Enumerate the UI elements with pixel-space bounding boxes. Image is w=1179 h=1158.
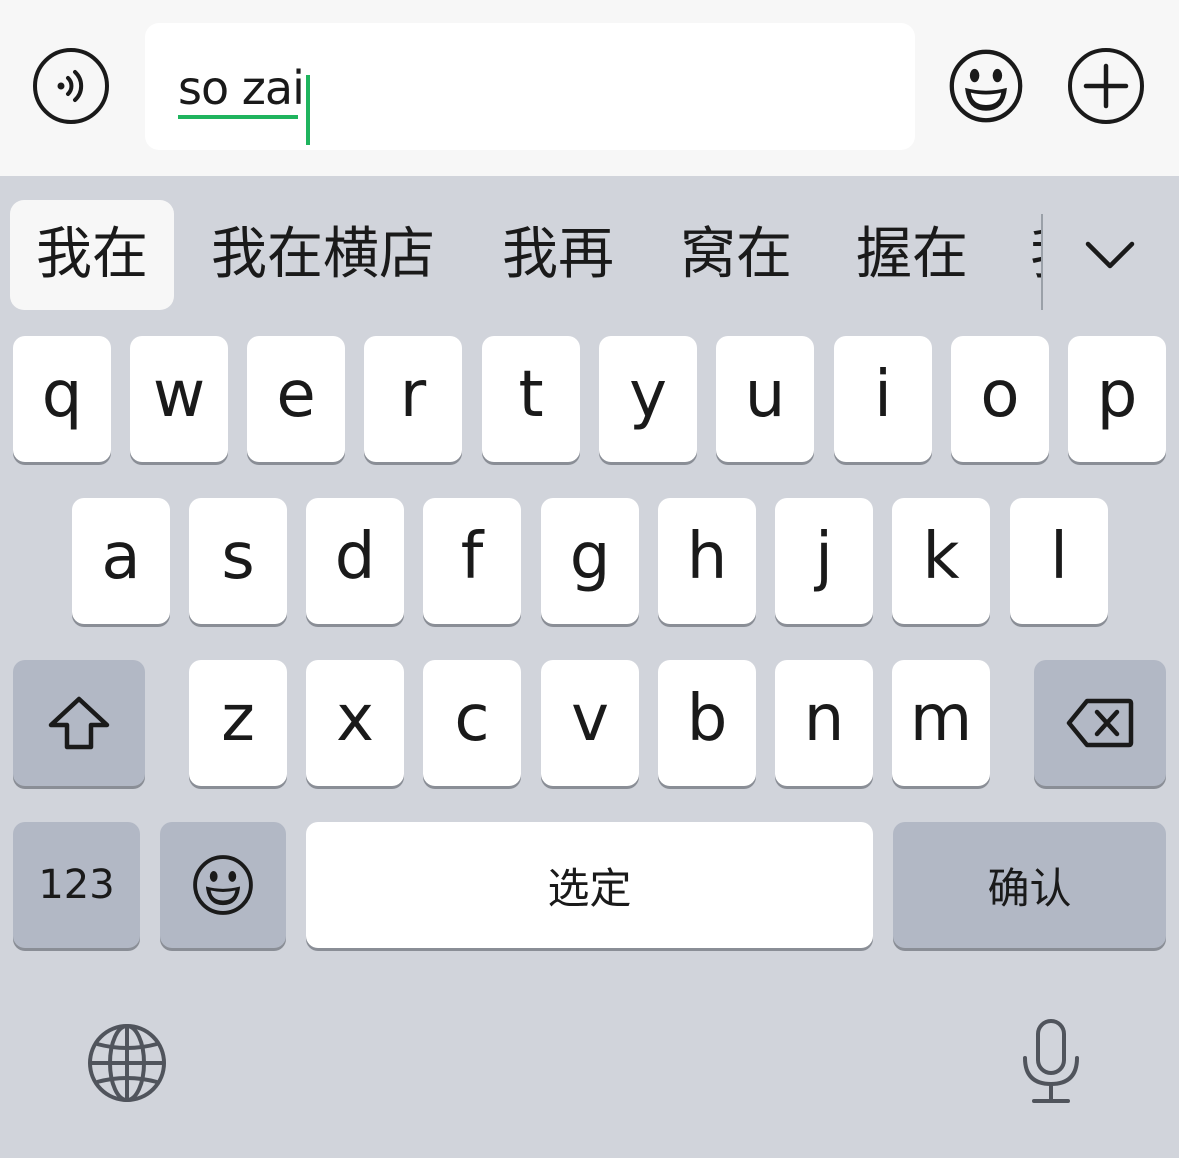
confirm-key-label: 确认 <box>987 863 1072 913</box>
key-b[interactable]: b <box>658 660 756 786</box>
numbers-key-label: 123 <box>38 862 115 908</box>
key-j[interactable]: j <box>775 498 873 624</box>
key-s[interactable]: s <box>189 498 287 624</box>
voice-input-button[interactable] <box>33 48 109 124</box>
key-p[interactable]: p <box>1068 336 1166 462</box>
key-q[interactable]: q <box>13 336 111 462</box>
smiley-icon <box>949 49 1023 123</box>
microphone-icon <box>1023 1019 1079 1103</box>
candidate-item[interactable]: 我在 <box>10 200 174 310</box>
key-o[interactable]: o <box>951 336 1049 462</box>
smiley-icon <box>193 855 253 915</box>
expand-candidates-button[interactable] <box>1082 236 1138 276</box>
space-key[interactable]: 选定 <box>306 822 873 948</box>
key-t[interactable]: t <box>482 336 580 462</box>
message-input[interactable]: so zai <box>145 23 915 150</box>
key-v[interactable]: v <box>541 660 639 786</box>
delete-key[interactable] <box>1034 660 1166 786</box>
key-a[interactable]: a <box>72 498 170 624</box>
globe-icon <box>88 1024 166 1102</box>
space-key-label: 选定 <box>547 863 632 913</box>
key-d[interactable]: d <box>306 498 404 624</box>
more-button[interactable] <box>1068 48 1144 124</box>
key-k[interactable]: k <box>892 498 990 624</box>
key-f[interactable]: f <box>423 498 521 624</box>
key-i[interactable]: i <box>834 336 932 462</box>
delete-icon <box>1066 698 1134 748</box>
key-r[interactable]: r <box>364 336 462 462</box>
plus-icon <box>1083 63 1129 109</box>
input-bar: so zai <box>0 0 1179 176</box>
key-z[interactable]: z <box>189 660 287 786</box>
chevron-down-icon <box>1085 241 1135 269</box>
key-w[interactable]: w <box>130 336 228 462</box>
emoji-key[interactable] <box>160 822 286 948</box>
key-u[interactable]: u <box>716 336 814 462</box>
emoji-button[interactable] <box>948 48 1024 124</box>
candidate-item-partial[interactable]: 我 <box>1030 200 1041 310</box>
key-h[interactable]: h <box>658 498 756 624</box>
key-y[interactable]: y <box>599 336 697 462</box>
key-l[interactable]: l <box>1010 498 1108 624</box>
candidate-item[interactable]: 握在 <box>856 200 968 310</box>
voice-icon <box>57 70 84 102</box>
key-e[interactable]: e <box>247 336 345 462</box>
numbers-key[interactable]: 123 <box>13 822 140 948</box>
dictation-button[interactable] <box>1020 1018 1082 1111</box>
composition-text: so zai <box>178 59 305 119</box>
text-caret <box>305 75 310 145</box>
candidate-item[interactable]: 我在横店 <box>211 200 435 310</box>
confirm-key[interactable]: 确认 <box>893 822 1166 948</box>
candidate-item[interactable]: 窝在 <box>680 200 792 310</box>
key-g[interactable]: g <box>541 498 639 624</box>
composition-underline <box>178 115 298 119</box>
shift-icon <box>48 696 110 750</box>
candidate-bar: 我在 我在横店 我再 窝在 握在 我 <box>0 176 1179 326</box>
candidate-item[interactable]: 我再 <box>502 200 614 310</box>
key-c[interactable]: c <box>423 660 521 786</box>
key-m[interactable]: m <box>892 660 990 786</box>
shift-key[interactable] <box>13 660 145 786</box>
candidate-divider <box>1041 214 1043 310</box>
key-n[interactable]: n <box>775 660 873 786</box>
switch-keyboard-button[interactable] <box>86 1022 168 1109</box>
key-x[interactable]: x <box>306 660 404 786</box>
composition-string: so zai <box>178 61 305 115</box>
